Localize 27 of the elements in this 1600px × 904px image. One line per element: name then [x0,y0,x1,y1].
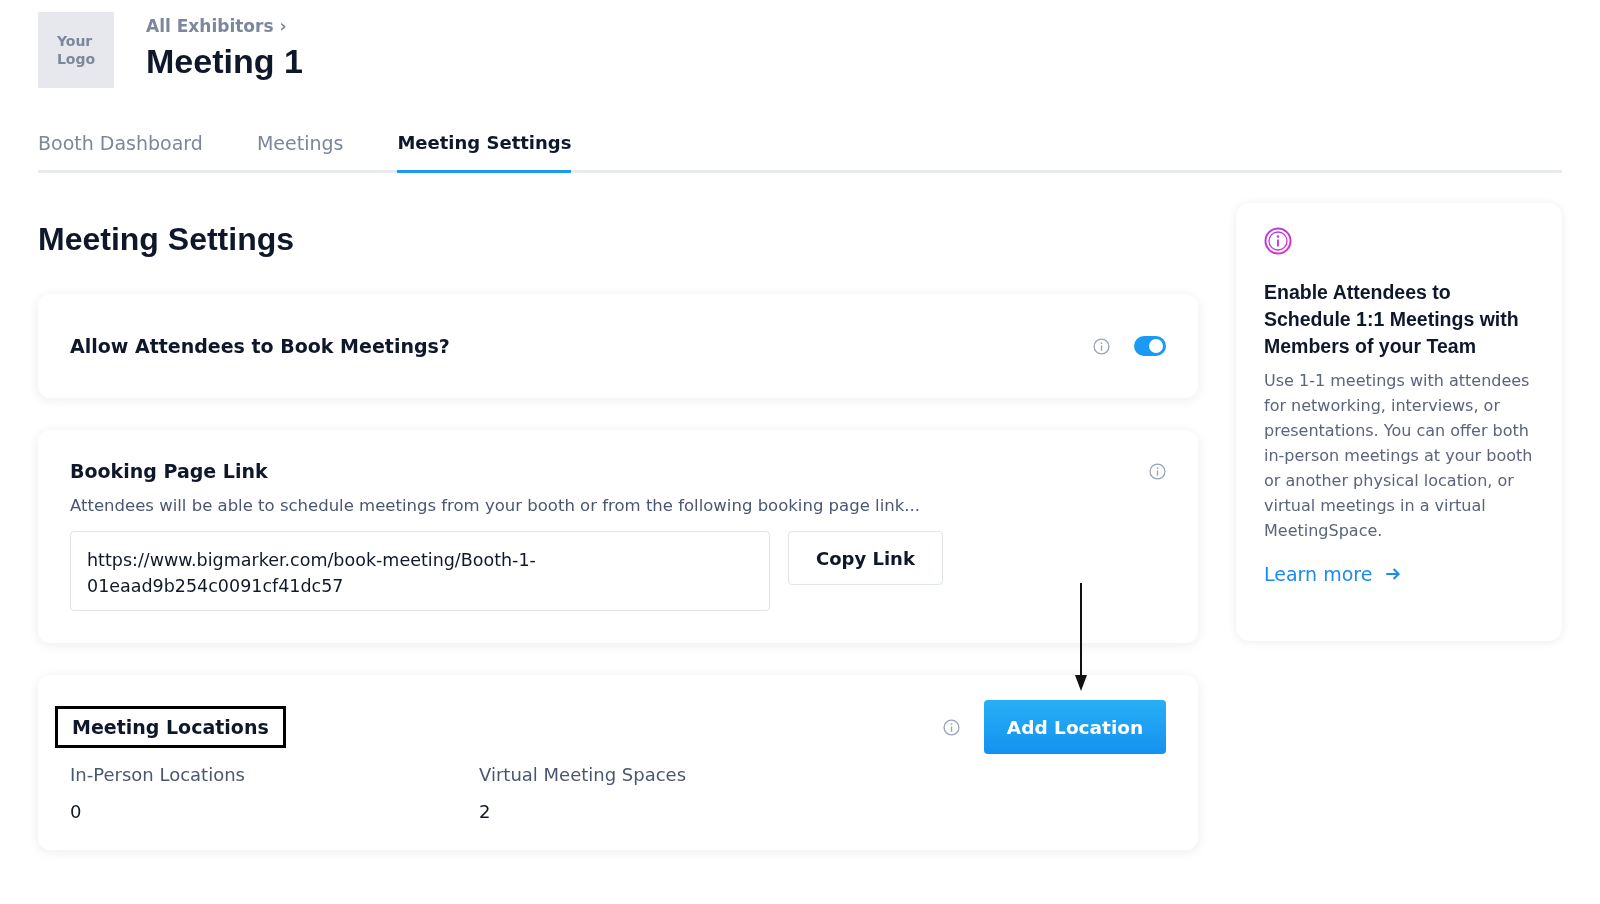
stat-label: In-Person Locations [70,764,246,785]
card-title: Enable Attendees to Schedule 1:1 Meetings with Members of your Team [1264,280,1520,359]
setting-label: Allow Attendees to Book Meetings? [70,335,450,357]
link-field[interactable]: https://www.bigmarker.com/book-meeting/Booth-1-01eaad9b254c0091cf41dc57 [70,531,770,611]
stat-value: 0 [70,801,83,822]
logo: Your Logo [38,12,114,88]
info-icon[interactable] [1149,462,1166,480]
learn-more-link[interactable]: Learn more [1264,563,1403,585]
add-location-button[interactable]: Add Location [984,700,1166,754]
info-icon[interactable] [943,718,960,736]
copy-link-button[interactable]: Copy Link [788,531,943,585]
setting-label: Booking Page Link [70,460,268,482]
page-title: Meeting 1 [146,42,303,81]
setting-label: Meeting Locations [55,706,286,748]
stat-label: Virtual Meeting Spaces [479,764,688,785]
tab[interactable]: Booth Dashboard [38,132,203,173]
stat-value: 2 [479,801,492,822]
tab[interactable]: Meetings [256,132,344,173]
arrow-icon [1384,565,1403,583]
tab[interactable]: Meeting Settings [397,132,572,173]
info-icon[interactable] [1093,337,1110,355]
card-text: Use 1-1 meetings with attendees for networking, interviews, or presentations. You can offer both in-person meetings at your booth or another physical location, or virtual meetings in a virtual MeetingSpace. [1264,370,1534,542]
breadcrumb-link[interactable]: All Exhibitors › [146,16,287,36]
description-text: Attendees will be able to schedule meetings from your booth or from the following booking page link... [70,496,921,515]
section-heading: Meeting Settings [38,221,295,258]
toggle-switch[interactable] [1134,336,1166,356]
info-icon [1264,227,1292,255]
